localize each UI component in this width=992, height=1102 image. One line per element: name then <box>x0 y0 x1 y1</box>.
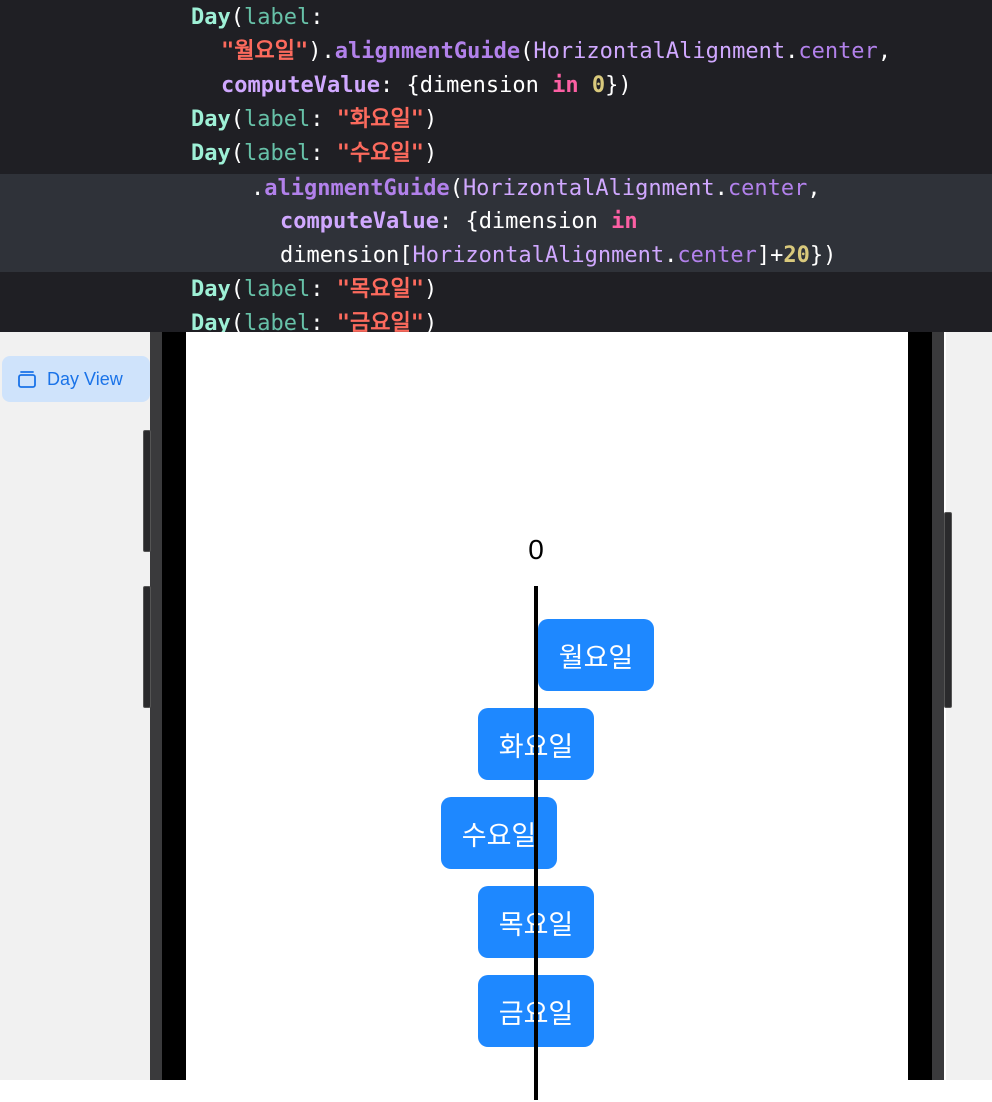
code-token: ]+ <box>756 243 784 268</box>
code-token: "목요일" <box>336 277 424 302</box>
code-token: , <box>877 39 892 64</box>
day-button-monday[interactable]: 월요일 <box>538 619 654 691</box>
code-token: ( <box>449 176 463 201</box>
device-power-button <box>944 512 952 708</box>
code-token: alignmentGuide <box>264 176 450 201</box>
code-line[interactable]: "월요일").alignmentGuide(HorizontalAlignmen… <box>221 35 891 69</box>
code-token: Day <box>191 5 231 30</box>
code-line[interactable]: computeValue: {dimension in <box>280 205 638 239</box>
code-token: center <box>677 243 757 268</box>
code-token: "화요일" <box>336 107 424 132</box>
code-token: in <box>552 73 579 98</box>
preview-tab-label: Day View <box>47 368 123 389</box>
device-frame-left <box>150 332 162 1080</box>
code-token: "금요일" <box>336 311 424 332</box>
code-token: ( <box>520 39 534 64</box>
day-label: 월요일 <box>558 642 634 674</box>
device-volume-down-button <box>143 586 151 708</box>
code-line[interactable]: Day(label: "금요일") <box>191 307 437 332</box>
code-token: . <box>785 39 799 64</box>
code-token: ). <box>308 39 335 64</box>
code-token: : <box>310 5 324 30</box>
code-token: ( <box>230 107 244 132</box>
code-token: : <box>310 107 337 132</box>
code-line[interactable]: dimension[HorizontalAlignment.center]+20… <box>280 239 836 273</box>
device-frame-right <box>932 332 944 1080</box>
preview-stack-icon <box>18 371 36 388</box>
code-token: computeValue <box>221 73 380 98</box>
preview-tab-day-view[interactable]: Day View <box>2 356 150 402</box>
code-token: Day <box>191 107 231 132</box>
code-token: label <box>244 277 311 302</box>
code-token: 20 <box>783 243 810 268</box>
code-token: label <box>244 107 311 132</box>
code-line[interactable]: Day(label: "화요일") <box>191 103 437 137</box>
code-token: }) <box>605 73 632 98</box>
code-token: Day <box>191 277 231 302</box>
code-line[interactable]: Day(label: "수요일") <box>191 137 437 171</box>
code-token: in <box>611 209 638 234</box>
code-token: center <box>798 39 878 64</box>
code-token: Day <box>191 311 231 332</box>
code-token: Day <box>191 141 231 166</box>
code-token: HorizontalAlignment <box>533 39 786 64</box>
code-token: 0 <box>591 73 606 98</box>
code-token: ) <box>423 311 438 332</box>
device-volume-up-button <box>143 430 151 552</box>
day-button-wednesday[interactable]: 수요일 <box>441 797 557 869</box>
code-token: ( <box>230 311 244 332</box>
code-token: ) <box>423 141 438 166</box>
code-token: ) <box>423 107 438 132</box>
code-line[interactable]: computeValue: {dimension in 0}) <box>221 69 632 103</box>
code-token: computeValue <box>280 209 439 234</box>
code-token: . <box>251 176 265 201</box>
code-token: label <box>244 141 311 166</box>
code-token: HorizontalAlignment <box>412 243 665 268</box>
code-token: "월요일" <box>221 39 309 64</box>
device-bezel-right <box>908 332 932 1080</box>
code-token: dimension[ <box>280 243 413 268</box>
code-line[interactable]: .alignmentGuide(HorizontalAlignment.cent… <box>251 172 821 206</box>
code-token: : {dimension <box>438 209 612 234</box>
code-token: ) <box>423 277 438 302</box>
code-editor[interactable]: Day(label: "월요일").alignmentGuide(Horizon… <box>0 0 992 332</box>
code-token: : <box>310 311 337 332</box>
code-token: ( <box>230 141 244 166</box>
code-token: . <box>714 176 728 201</box>
canvas-background-left <box>0 332 150 1080</box>
code-token: label <box>244 5 311 30</box>
alignment-guide-line <box>534 586 538 1100</box>
code-token: label <box>244 311 311 332</box>
code-token: }) <box>809 243 837 268</box>
preview-canvas: Day View 월요일 화요일 수요일 목요일 금요일 0 <box>0 332 992 1102</box>
code-token: HorizontalAlignment <box>462 176 715 201</box>
device-bezel-left <box>162 332 186 1080</box>
canvas-background-right <box>946 332 992 1080</box>
code-token: "수요일" <box>336 141 424 166</box>
code-token: : {dimension <box>379 73 553 98</box>
code-token: , <box>807 176 821 201</box>
code-line[interactable]: Day(label: <box>191 1 323 35</box>
code-token: ( <box>230 5 244 30</box>
code-line[interactable]: Day(label: "목요일") <box>191 273 437 307</box>
code-token: : <box>310 141 337 166</box>
code-token: . <box>664 243 678 268</box>
day-label: 수요일 <box>461 820 537 852</box>
alignment-guide-label: 0 <box>528 534 544 565</box>
code-token: center <box>727 176 808 201</box>
code-token: ( <box>230 277 244 302</box>
code-token: alignmentGuide <box>334 39 521 64</box>
code-token: : <box>310 277 337 302</box>
